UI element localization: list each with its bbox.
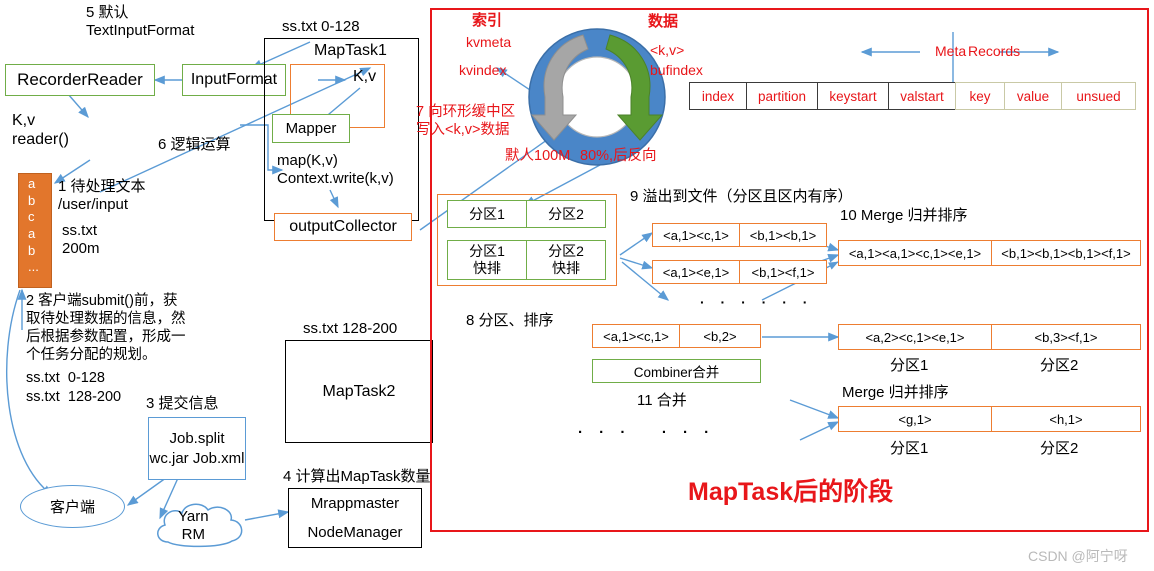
nodemanager-label: NodeManager [307, 524, 403, 541]
ring-default-size: 默人100M [505, 148, 571, 164]
final-dots: · · · · · · [578, 424, 716, 441]
partition-row2-cell-0: 分区1 快排 [447, 240, 527, 280]
bufindex-label: bufindex [650, 62, 703, 78]
final-merge2-cell-1: <h,1> [991, 406, 1141, 432]
ring-data-title: 数据 [648, 13, 679, 30]
buffer-meta-cell-3: valstart [888, 82, 956, 110]
kvindex-label: kvindex [459, 62, 507, 78]
csdn-watermark: CSDN @阿宁呀 [1028, 548, 1128, 564]
output-collector-box[interactable]: outputCollector [274, 213, 412, 241]
yarn-cloud[interactable]: Yarn RM [152, 498, 248, 552]
client-ellipse[interactable]: 客户端 [20, 485, 125, 528]
maptask1-kv-label: K,v [353, 68, 377, 85]
label-9-spill: 9 溢出到文件（分区且区内有序） [630, 188, 853, 205]
spill-dots: · · · · · · [700, 294, 814, 310]
spill-file1-cell-1: <b,1><b,1> [739, 223, 827, 247]
ring-index-title: 索引 [472, 12, 503, 29]
label-6-logic: 6 逻辑运算 [158, 136, 231, 153]
partition-row1-cell-1: 分区2 [526, 200, 606, 228]
label-10-merge: 10 Merge 归并排序 [840, 207, 968, 224]
yarn-label: Yarn RM [178, 508, 209, 543]
label-11-combine: 11 合并 [637, 392, 687, 409]
kv-reader-label: K,v reader() [12, 112, 69, 148]
kv-pair-label: <k,v> [650, 42, 685, 58]
input-file-block: a b c a b ... [18, 173, 52, 288]
buffer-meta-cell-2: keystart [817, 82, 889, 110]
buffer-meta-cell-0: index [689, 82, 747, 110]
label-3-submit-info: 3 提交信息 [146, 395, 219, 412]
final-merge1-cell-1: <b,3><f,1> [991, 324, 1141, 350]
combiner-in-cell-0: <a,1><c,1> [592, 324, 680, 348]
final-part-label-2-1: 分区2 [1040, 440, 1079, 457]
combiner-in-cell-1: <b,2> [679, 324, 761, 348]
recorder-reader-box[interactable]: RecorderReader [5, 64, 155, 96]
label-2-client-submit: 2 客户端submit()前，获 取待处理数据的信息，然 后根据参数配置，形成一… [26, 293, 186, 363]
mrappmaster-label: Mrappmaster [310, 495, 400, 512]
partition-row2-text-0: 分区1 快排 [469, 243, 505, 276]
mrappmaster-box[interactable]: Mrappmaster NodeManager [288, 488, 422, 548]
mapper-box[interactable]: Mapper [272, 114, 350, 143]
merge-cell-0: <a,1><a,1><c,1><e,1> [838, 240, 992, 266]
label-8-partition-sort: 8 分区、排序 [466, 312, 554, 329]
label-5-default-textinputformat: 5 默认 TextInputFormat [86, 4, 195, 39]
buffer-record-cell-2: unsued [1061, 82, 1136, 110]
merge-cell-1: <b,1><b,1><b,1><f,1> [991, 240, 1141, 266]
job-submit-box[interactable]: Job.split wc.jar Job.xml [148, 417, 246, 480]
maptask2-caption: ss.txt 128-200 [303, 320, 398, 337]
partition-row2-text-1: 分区2 快排 [548, 243, 584, 276]
split-1-label: ss.txt 0-128 [26, 370, 105, 386]
spill-file2-cell-0: <a,1><e,1> [652, 260, 740, 284]
maptask2-box[interactable]: MapTask2 [285, 340, 433, 443]
final-part-label-2-0: 分区1 [890, 440, 929, 457]
maptask1-caption: ss.txt 0-128 [282, 18, 360, 35]
final-merge-caption: Merge 归并排序 [842, 384, 949, 401]
input-file-chars: a b c a b ... [28, 176, 39, 275]
kvmeta-label: kvmeta [466, 34, 512, 50]
records-label: Records [968, 43, 1021, 59]
ring-threshold: 80%,后反向 [580, 148, 657, 164]
final-part-label-1-0: 分区1 [890, 357, 929, 374]
buffer-meta-cell-1: partition [746, 82, 818, 110]
buffer-record-cell-1: value [1004, 82, 1062, 110]
spill-file1-cell-0: <a,1><c,1> [652, 223, 740, 247]
meta-label: Meta [935, 43, 967, 59]
maptask1-title: MapTask1 [314, 42, 387, 59]
label-7-write-ring: 7 向环形缓中区 写入<k,v>数据 [416, 104, 516, 138]
split-2-label: ss.txt 128-200 [26, 389, 122, 405]
stage-title: MapTask后的阶段 [688, 478, 894, 506]
combiner-bar: Combiner合并 [592, 359, 761, 383]
buffer-record-cell-0: key [955, 82, 1005, 110]
spill-file2-cell-1: <b,1><f,1> [739, 260, 827, 284]
partition-row2-cell-1: 分区2 快排 [526, 240, 606, 280]
map-context-write-label: map(K,v) Context.write(k,v) [277, 152, 394, 187]
diagram-canvas: 5 默认 TextInputFormat RecorderReader Inpu… [0, 0, 1154, 571]
final-merge1-cell-0: <a,2><c,1><e,1> [838, 324, 992, 350]
label-4-maptask-count: 4 计算出MapTask数量 [283, 468, 431, 485]
label-1-source-text: 1 待处理文本 /user/input [58, 178, 146, 213]
label-1-filesize: ss.txt 200m [62, 222, 100, 257]
final-part-label-1-1: 分区2 [1040, 357, 1079, 374]
partition-row1-cell-0: 分区1 [447, 200, 527, 228]
final-merge2-cell-0: <g,1> [838, 406, 992, 432]
